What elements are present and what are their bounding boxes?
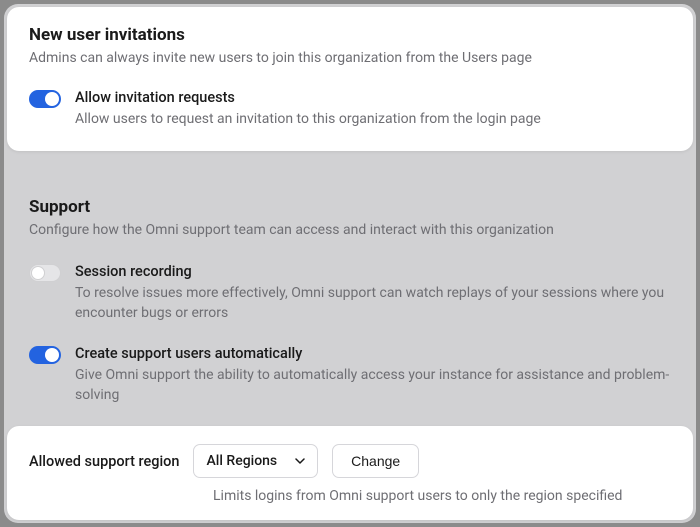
- session-recording-toggle[interactable]: [29, 264, 61, 282]
- auto-support-users-toggle[interactable]: [29, 346, 61, 364]
- allow-invitation-requests-label: Allow invitation requests: [75, 89, 671, 106]
- auto-support-users-label: Create support users automatically: [75, 345, 671, 362]
- change-region-button[interactable]: Change: [332, 444, 419, 478]
- session-recording-row: Session recording To resolve issues more…: [29, 263, 671, 324]
- support-section: Support Configure how the Omni support t…: [29, 189, 671, 406]
- allowed-region-select[interactable]: All Regions: [193, 444, 318, 478]
- chevron-down-icon: [295, 456, 305, 466]
- session-recording-label: Session recording: [75, 263, 671, 280]
- support-description: Configure how the Omni support team can …: [29, 221, 671, 241]
- auto-support-users-description: Give Omni support the ability to automat…: [75, 365, 671, 406]
- invitations-card: New user invitations Admins can always i…: [7, 7, 693, 151]
- allowed-region-card: Allowed support region All Regions Chang…: [7, 426, 693, 520]
- allow-invitation-requests-row: Allow invitation requests Allow users to…: [29, 89, 671, 129]
- allowed-region-label: Allowed support region: [29, 453, 179, 470]
- invitations-description: Admins can always invite new users to jo…: [29, 49, 671, 69]
- allow-invitation-requests-description: Allow users to request an invitation to …: [75, 109, 671, 129]
- session-recording-description: To resolve issues more effectively, Omni…: [75, 283, 671, 324]
- allowed-region-selected-value: All Regions: [206, 453, 277, 469]
- auto-support-users-row: Create support users automatically Give …: [29, 345, 671, 406]
- allow-invitation-requests-toggle[interactable]: [29, 90, 61, 108]
- support-title: Support: [29, 197, 671, 217]
- allowed-region-help: Limits logins from Omni support users to…: [213, 488, 671, 504]
- invitations-title: New user invitations: [29, 25, 671, 45]
